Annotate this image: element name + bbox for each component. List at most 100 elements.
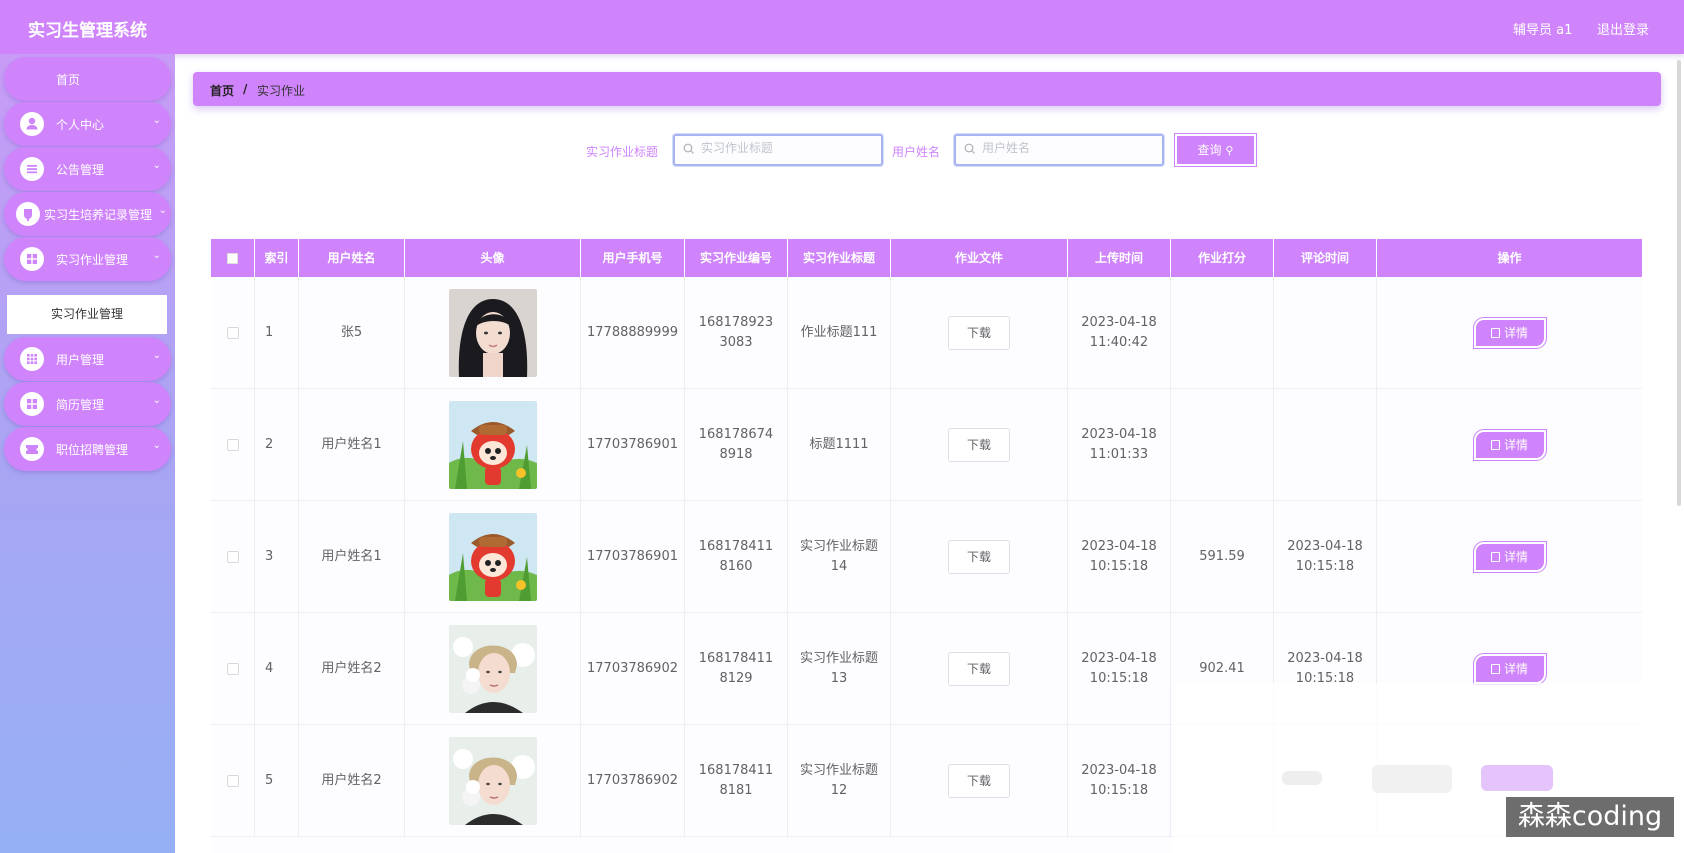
cell-file: 下载 <box>891 389 1068 501</box>
query-button-label: 查询 <box>1197 143 1222 157</box>
cell-comment-time: 2023-04-18 10:15:18 <box>1274 501 1377 613</box>
col-header-actions: 操作 <box>1497 251 1522 265</box>
cell-file: 下载 <box>891 613 1068 725</box>
watermark: 森森coding <box>1506 797 1674 837</box>
sidebar-item-label: 实习生培养记录管理 <box>44 208 153 222</box>
cell-file: 下载 <box>891 277 1068 389</box>
grid-icon <box>20 347 44 371</box>
breadcrumb-current: 实习作业 <box>257 84 306 98</box>
download-button[interactable]: 下载 <box>948 764 1010 798</box>
sidebar-item-label: 用户管理 <box>56 353 105 367</box>
detail-button-label: 详情 <box>1503 662 1528 676</box>
cell-index: 4 <box>255 613 299 725</box>
cell-name: 用户姓名2 <box>299 613 405 725</box>
sidebar-item-notice[interactable]: 公告管理 ⌄ <box>4 147 171 191</box>
row-check-cell <box>211 277 255 389</box>
detail-button[interactable]: 详情 <box>1473 542 1546 572</box>
cell-upload-time: 2023-04-18 11:01:33 <box>1068 389 1171 501</box>
row-check-cell <box>211 613 255 725</box>
title-search-field[interactable] <box>673 134 883 166</box>
chevron-up-icon: ⌄ <box>152 250 161 261</box>
download-button[interactable]: 下载 <box>948 428 1010 462</box>
list-icon <box>20 157 44 181</box>
detail-button-label: 详情 <box>1503 550 1528 564</box>
detail-button[interactable]: 详情 <box>1473 430 1546 460</box>
row-check-cell <box>211 725 255 837</box>
top-header: 实习生管理系统 辅导员 a1 退出登录 <box>0 0 1684 54</box>
cell-score <box>1171 389 1274 501</box>
download-button[interactable]: 下载 <box>948 652 1010 686</box>
grid-icon <box>20 392 44 416</box>
vertical-scrollbar[interactable] <box>1677 60 1681 506</box>
cell-phone: 17788889999 <box>581 277 685 389</box>
cell-score <box>1171 277 1274 389</box>
sidebar-item-label: 个人中心 <box>56 118 105 132</box>
cell-upload-time: 2023-04-18 10:15:18 <box>1068 613 1171 725</box>
sidebar-item-resume[interactable]: 简历管理 ⌄ <box>4 382 171 426</box>
cell-comment-time <box>1274 277 1377 389</box>
cell-name: 用户姓名2 <box>299 725 405 837</box>
sidebar-item-label: 职位招聘管理 <box>56 443 129 457</box>
blurred-detail-button <box>1481 765 1553 791</box>
chevron-down-icon: ⌄ <box>152 350 161 361</box>
user-icon <box>20 112 44 136</box>
breadcrumb-home[interactable]: 首页 <box>210 82 234 99</box>
sidebar-item-training-records[interactable]: 实习生培养记录管理 ⌄ <box>4 192 171 236</box>
cup-icon <box>16 202 40 226</box>
title-search-input[interactable] <box>701 141 871 155</box>
row-checkbox[interactable] <box>226 439 239 451</box>
col-header-phone: 用户手机号 <box>581 239 685 277</box>
name-search-input[interactable] <box>982 141 1152 155</box>
cell-upload-time: 2023-04-18 11:40:42 <box>1068 277 1171 389</box>
search-icon <box>683 142 695 159</box>
download-button[interactable]: 下载 <box>948 540 1010 574</box>
row-check-cell <box>211 389 255 501</box>
submenu-item-homework-management[interactable]: 实习作业管理 <box>7 295 167 334</box>
col-header-code: 实习作业编号 <box>685 239 788 277</box>
col-header-comment-time: 评论时间 <box>1274 239 1377 277</box>
col-header-title: 实习作业标题 <box>788 239 891 277</box>
col-header-name: 用户姓名 <box>299 239 405 277</box>
detail-button[interactable]: 详情 <box>1473 318 1546 348</box>
row-check-cell <box>211 501 255 613</box>
row-checkbox[interactable] <box>226 327 239 339</box>
chevron-down-icon: ⌄ <box>152 115 161 126</box>
cell-avatar <box>405 613 581 725</box>
detail-button-label: 详情 <box>1503 326 1528 340</box>
cell-phone: 17703786901 <box>581 501 685 613</box>
cell-index: 3 <box>255 501 299 613</box>
blurred-text <box>1282 771 1322 785</box>
sidebar-item-users[interactable]: 用户管理 ⌄ <box>4 337 171 381</box>
cell-code: 1681789233083 <box>685 277 788 389</box>
sidebar-item-homework[interactable]: 实习作业管理 ⌄ <box>4 237 171 281</box>
logout-link[interactable]: 退出登录 <box>1597 19 1649 38</box>
row-checkbox[interactable] <box>226 663 239 675</box>
cell-phone: 17703786901 <box>581 389 685 501</box>
table-row: 2 用户姓名1 17703786901 1681786748918 标题1111… <box>211 389 1642 501</box>
cell-index: 2 <box>255 389 299 501</box>
cell-avatar <box>405 389 581 501</box>
sidebar-item-home[interactable]: 首页 <box>4 57 171 101</box>
avatar <box>448 513 537 601</box>
select-all-checkbox[interactable] <box>227 253 238 264</box>
document-icon <box>1490 328 1500 338</box>
row-checkbox[interactable] <box>226 551 239 563</box>
name-search-field[interactable] <box>954 134 1164 166</box>
detail-button[interactable]: 详情 <box>1473 654 1546 684</box>
cell-actions: 详情 <box>1377 501 1642 613</box>
cell-comment-time <box>1274 389 1377 501</box>
cell-title: 标题1111 <box>788 389 891 501</box>
sidebar-item-personal-center[interactable]: 个人中心 ⌄ <box>4 102 171 146</box>
cell-avatar <box>405 725 581 837</box>
app-title: 实习生管理系统 <box>28 21 147 41</box>
chevron-down-icon: ⌄ <box>152 395 161 406</box>
query-button[interactable]: 查询 ⚲ <box>1175 134 1256 166</box>
cell-file: 下载 <box>891 725 1068 837</box>
cell-title: 实习作业标题13 <box>788 613 891 725</box>
download-button[interactable]: 下载 <box>948 316 1010 350</box>
row-checkbox[interactable] <box>226 775 239 787</box>
table-header: 索引 用户姓名 头像 用户手机号 实习作业编号 实习作业标题 作业文件 上传时间… <box>211 239 1642 277</box>
sidebar-item-recruitment[interactable]: 职位招聘管理 ⌄ <box>4 427 171 471</box>
chevron-down-icon: ⌄ <box>152 160 161 171</box>
cell-avatar <box>405 501 581 613</box>
